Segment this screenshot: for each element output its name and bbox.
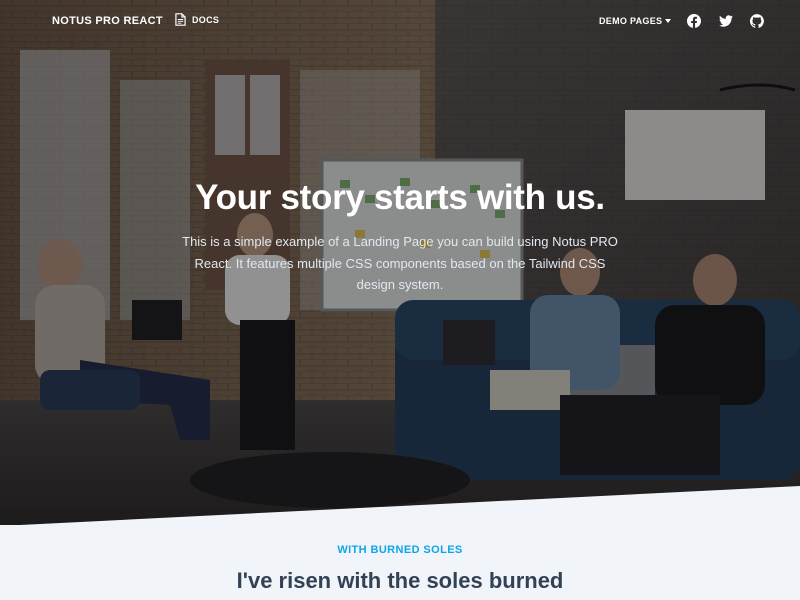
demo-pages-dropdown[interactable]: DEMO PAGES xyxy=(599,16,672,26)
demo-pages-label: DEMO PAGES xyxy=(599,16,663,26)
twitter-icon xyxy=(719,15,733,27)
section-title: I've risen with the soles burned xyxy=(236,568,564,593)
docs-link[interactable]: DOCS xyxy=(175,13,219,26)
document-icon xyxy=(175,13,186,26)
section-divider xyxy=(0,486,800,526)
hero-subtitle: This is a simple example of a Landing Pa… xyxy=(182,234,618,292)
facebook-link[interactable] xyxy=(686,13,702,29)
twitter-link[interactable] xyxy=(718,13,734,29)
brand-link[interactable]: NOTUS PRO REACT xyxy=(52,15,163,27)
docs-label: DOCS xyxy=(192,14,220,25)
github-link[interactable] xyxy=(749,13,765,29)
facebook-icon xyxy=(687,14,701,28)
caret-down-icon xyxy=(665,19,672,23)
top-navbar: NOTUS PRO REACT DOCS DEMO PAGES xyxy=(0,0,800,44)
github-icon xyxy=(750,14,764,28)
hero-title: Your story starts with us. xyxy=(195,178,605,217)
section-label: WITH BURNED SOLES xyxy=(337,544,463,556)
